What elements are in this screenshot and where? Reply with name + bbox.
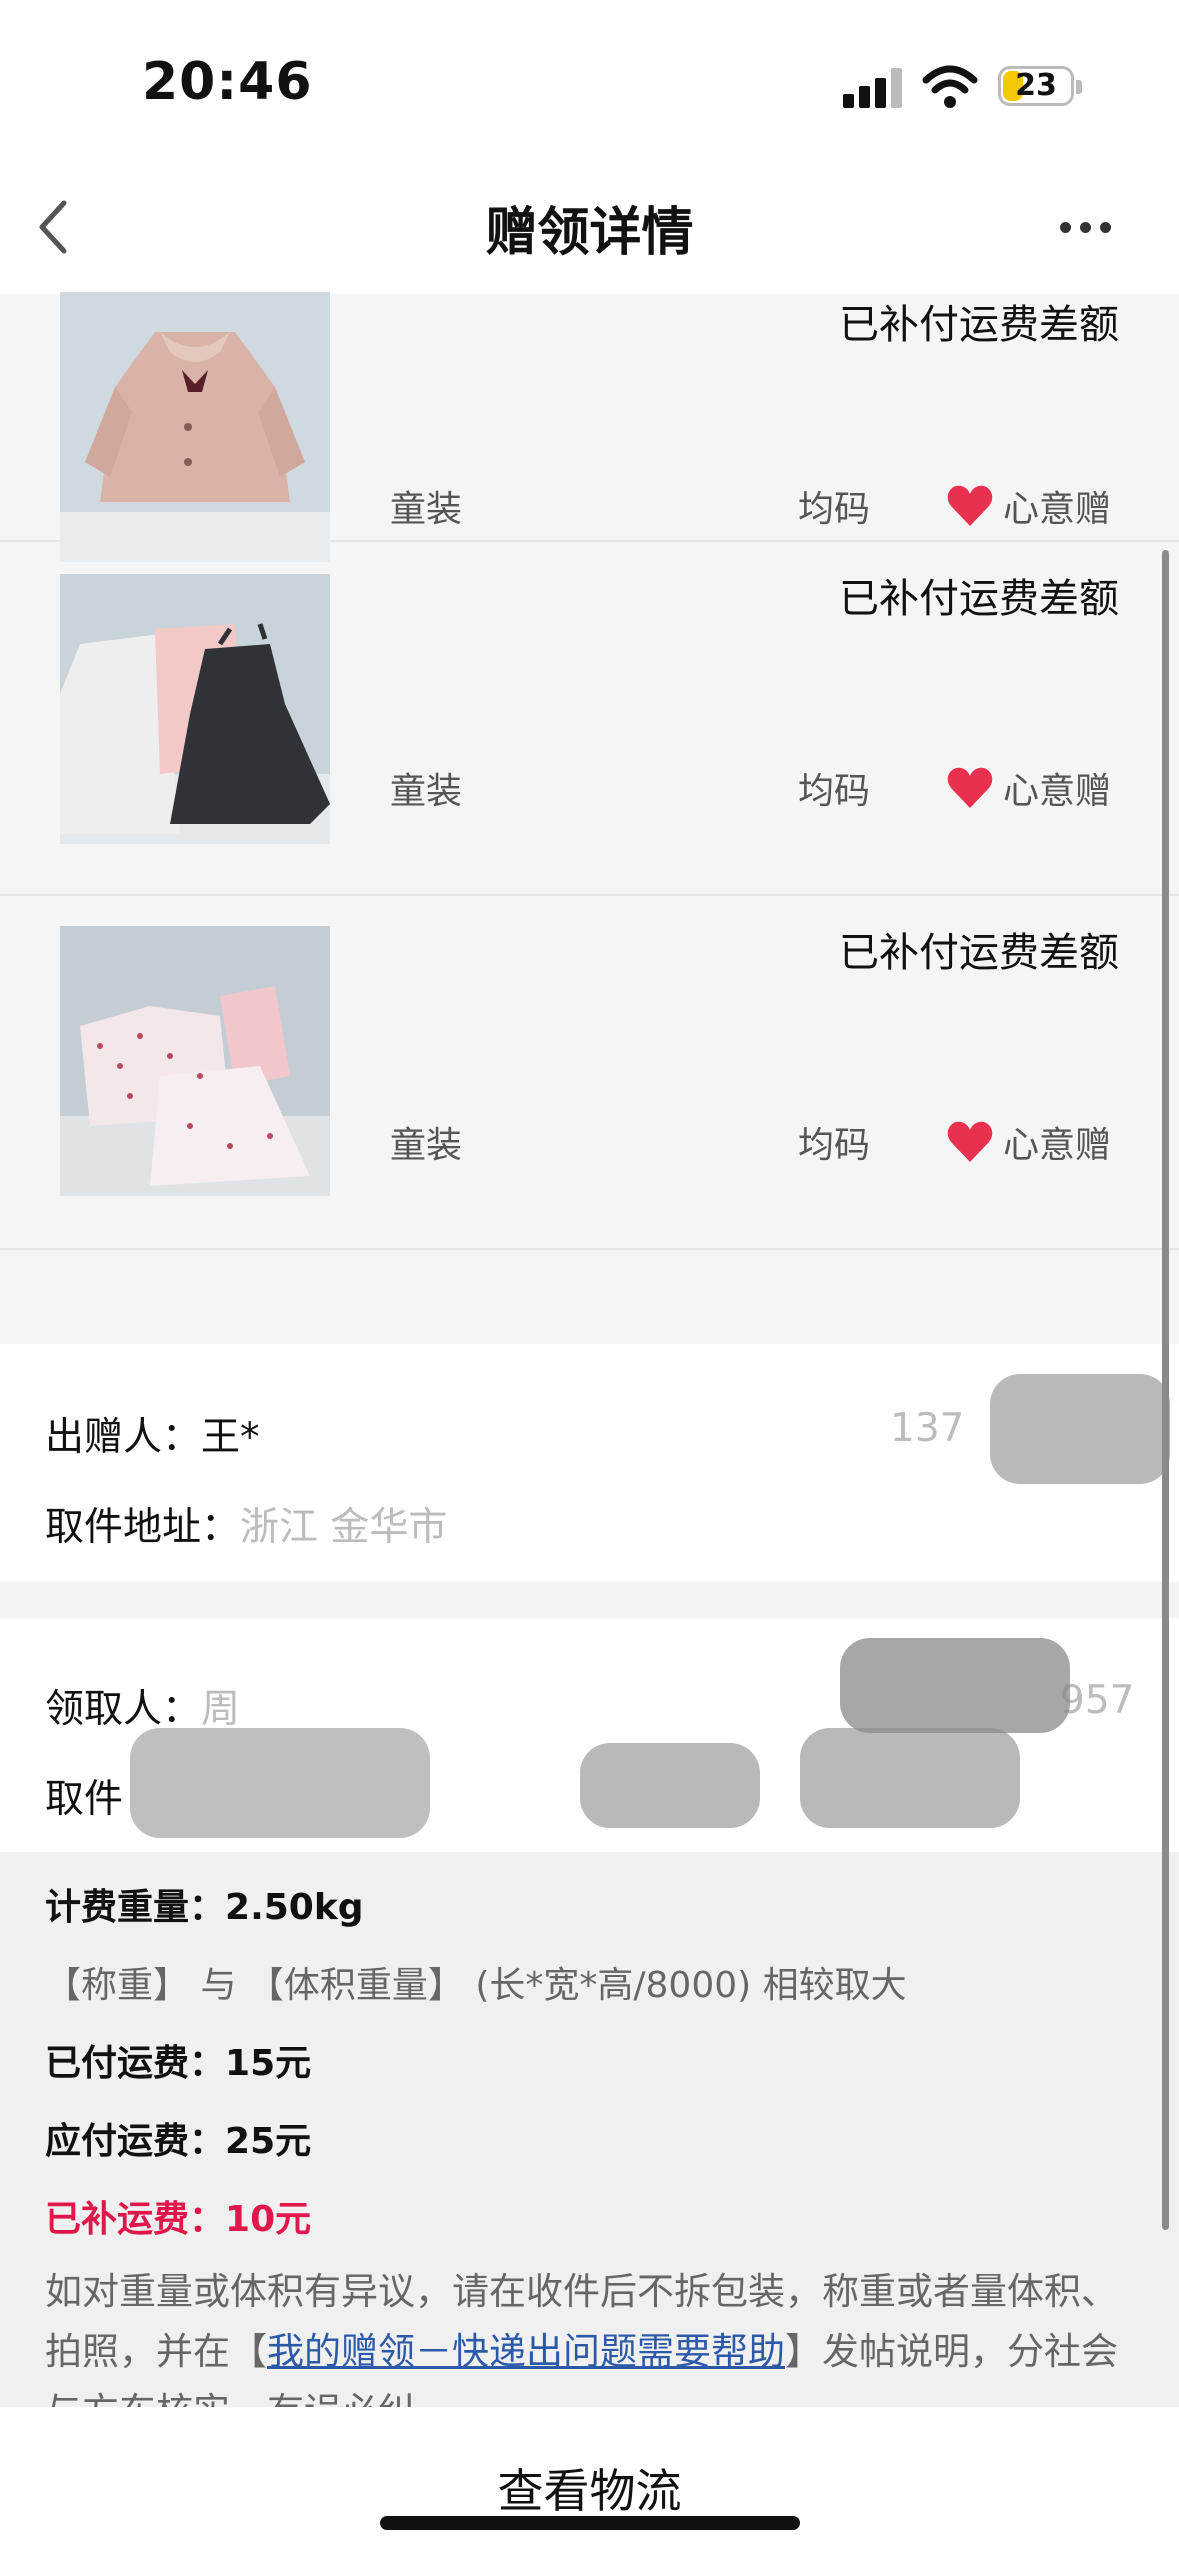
item-photo-floral[interactable] (60, 926, 330, 1196)
donor-address-value: 浙江 金华市 (240, 1505, 448, 1550)
battery-level: 23 (1015, 68, 1057, 103)
donor-name-row: 出赠人：王* (45, 1406, 260, 1462)
paid-fee-value: 15元 (225, 2043, 312, 2084)
list-item[interactable]: 已补付运费差额 童装 均码 心意赠 (0, 188, 1179, 562)
donor-phone: 137 (890, 1406, 965, 1451)
redaction-scribble (990, 1374, 1170, 1484)
donor-name-label: 出赠人： (45, 1415, 202, 1460)
item-status: 已补付运费差额 (839, 302, 1119, 348)
due-fee-value: 25元 (225, 2121, 312, 2162)
heart-icon (947, 767, 993, 808)
wifi-icon (922, 65, 978, 108)
item-size: 均码 (798, 771, 871, 812)
list-item[interactable]: 已补付运费差额 童装 均码 心意赠 (0, 896, 1179, 1250)
donor-name-value: 王* (201, 1415, 260, 1460)
paid-fee-label: 已付运费： (45, 2043, 226, 2084)
status-time: 20:46 (142, 52, 313, 112)
item-status: 已补付运费差额 (839, 576, 1119, 622)
shipping-fee-section: 计费重量：2.50kg 【称重】 与 【体积重量】 (长*宽*高/8000) 相… (0, 1852, 1179, 2433)
receiver-card: 领取人：周 957 取件 (0, 1618, 1179, 1852)
weight-rule-note: 【称重】 与 【体积重量】 (长*宽*高/8000) 相较取大 (45, 1965, 907, 2006)
redaction-scribble (840, 1638, 1070, 1733)
item-size: 均码 (798, 489, 871, 530)
redaction-scribble (800, 1728, 1020, 1828)
gift-type-label: 心意赠 (1003, 771, 1112, 812)
supplement-fee-row: 已补运费：10元 (45, 2190, 311, 2242)
donor-address-row: 取件地址：浙江 金华市 (45, 1496, 447, 1552)
receiver-name-label: 领取人： (45, 1687, 202, 1732)
battery-cap (1076, 80, 1082, 94)
item-photo-coat[interactable] (60, 292, 330, 562)
item-list: 已补付运费差额 童装 均码 心意赠 已补付运费差额 童装 均码 心意赠 已补付运… (0, 292, 1179, 1344)
heart-icon (947, 485, 993, 526)
item-photo-dresses[interactable] (60, 574, 330, 844)
gift-type-label: 心意赠 (1003, 1125, 1112, 1166)
paid-fee-row: 已付运费：15元 (45, 2034, 311, 2086)
view-logistics-button[interactable]: 查看物流 (0, 2455, 1179, 2521)
cellular-signal-icon (843, 68, 905, 108)
battery-icon: 23 (998, 66, 1074, 106)
receiver-name-row: 领取人：周 (45, 1678, 240, 1734)
redaction-scribble (580, 1743, 760, 1828)
redaction-scribble (130, 1728, 430, 1838)
heart-icon (947, 1121, 993, 1162)
item-status: 已补付运费差额 (839, 930, 1119, 976)
gift-type-label: 心意赠 (1003, 489, 1112, 530)
supplement-fee-label: 已补运费： (45, 2199, 226, 2240)
item-category: 童装 (390, 1125, 463, 1166)
item-category: 童装 (390, 489, 463, 530)
supplement-fee-value: 10元 (225, 2199, 312, 2240)
donor-address-label: 取件地址： (45, 1505, 241, 1550)
receiver-address-label: 取件 (45, 1777, 124, 1822)
receiver-name-value: 周 (201, 1687, 241, 1732)
scrollbar[interactable] (1162, 550, 1169, 2230)
item-size: 均码 (798, 1125, 871, 1166)
list-item[interactable]: 已补付运费差额 童装 均码 心意赠 (0, 542, 1179, 896)
due-fee-row: 应付运费：25元 (45, 2112, 311, 2164)
section-divider (0, 1582, 1179, 1618)
receiver-phone: 957 (1060, 1678, 1135, 1723)
billing-weight-row: 计费重量：2.50kg (45, 1878, 364, 1930)
due-fee-label: 应付运费： (45, 2121, 226, 2162)
billing-weight-value: 2.50kg (225, 1887, 364, 1928)
help-link[interactable]: 我的赠领－快递出问题需要帮助 (267, 2330, 785, 2373)
home-indicator (380, 2516, 800, 2530)
billing-weight-label: 计费重量： (45, 1887, 226, 1928)
donor-card: 出赠人：王* 137 取件地址：浙江 金华市 (0, 1344, 1179, 1582)
item-category: 童装 (390, 771, 463, 812)
